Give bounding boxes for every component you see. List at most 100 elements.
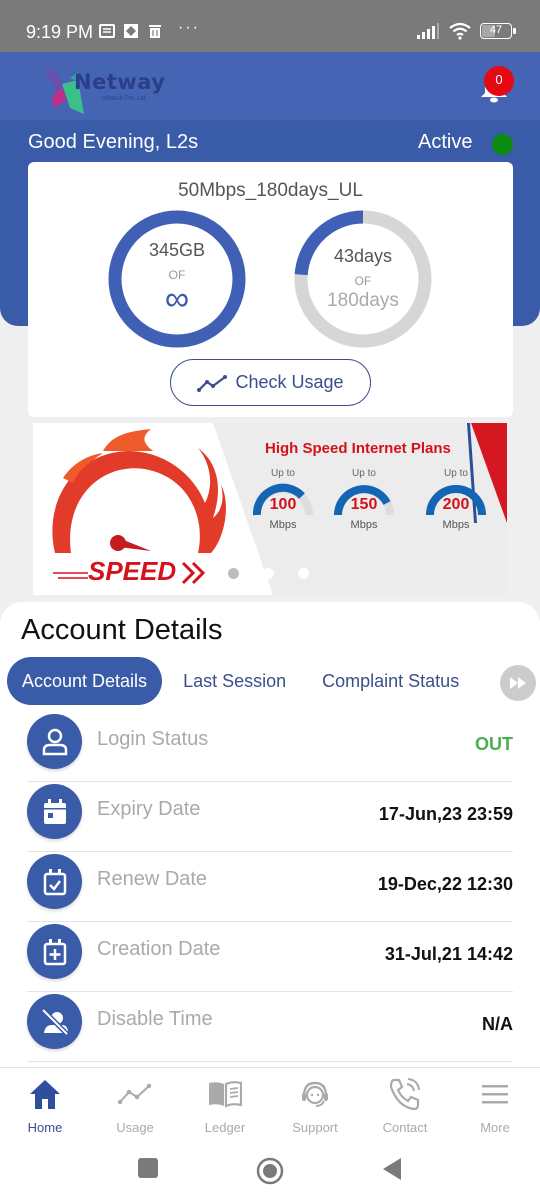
days-remaining-value: 43days bbox=[333, 246, 393, 266]
battery-icon: 47 bbox=[480, 23, 516, 39]
gauge-value: 150 bbox=[350, 496, 378, 513]
gauge-arc: 200 bbox=[425, 483, 487, 517]
detail-label: Renew Date bbox=[97, 868, 208, 890]
plan-card: 50Mbps_180days_UL 345GB OF ∞ 43days OF 1… bbox=[28, 162, 513, 417]
plan-gauge: Up to 200 Mbps bbox=[421, 468, 491, 531]
chart-line-icon bbox=[90, 1076, 180, 1112]
detail-row-login-status: Login Status OUT bbox=[27, 712, 513, 782]
status-notification-icons bbox=[99, 23, 163, 39]
screen: 9:19 PM ··· 47 Netway Infotech Pvt. Ltd.… bbox=[0, 0, 540, 1200]
banner-title: High Speed Internet Plans bbox=[265, 440, 451, 457]
notification-badge[interactable]: 0 bbox=[484, 66, 514, 96]
data-total-symbol: ∞ bbox=[164, 280, 190, 318]
menu-icon bbox=[450, 1076, 540, 1112]
detail-value: 31-Jul,21 14:42 bbox=[384, 944, 513, 964]
gauge-upto: Up to bbox=[271, 468, 295, 479]
detail-label: Expiry Date bbox=[97, 798, 201, 820]
nav-label: Ledger bbox=[204, 1120, 246, 1135]
trash-icon bbox=[149, 25, 161, 38]
carousel-dot[interactable] bbox=[263, 568, 274, 579]
nav-support[interactable]: Support bbox=[270, 1068, 360, 1145]
tab-last-session[interactable]: Last Session bbox=[168, 657, 301, 705]
detail-value: 19-Dec,22 12:30 bbox=[377, 874, 513, 894]
user-disabled-icon bbox=[27, 994, 82, 1049]
app-header: Netway Infotech Pvt. Ltd. bbox=[0, 52, 540, 120]
detail-value: OUT bbox=[475, 734, 513, 754]
gauge-arc: 100 bbox=[252, 483, 314, 517]
infinity-icon: ∞ bbox=[108, 282, 246, 316]
gauge-upto: Up to bbox=[444, 468, 468, 479]
app-icon bbox=[124, 24, 138, 38]
detail-label: Disable Time bbox=[97, 1008, 213, 1030]
recents-icon[interactable] bbox=[137, 1157, 159, 1179]
detail-value: 17-Jun,23 23:59 bbox=[378, 804, 513, 824]
gauge-upto: Up to bbox=[352, 468, 376, 479]
gauge-unit: Mbps bbox=[269, 519, 297, 531]
days-remaining-ring: 43days OF 180days bbox=[294, 210, 432, 348]
calendar-check-icon bbox=[27, 854, 82, 909]
plan-gauge: Up to 150 Mbps bbox=[329, 468, 399, 531]
days-total-value: 180days bbox=[327, 290, 399, 311]
home-button-icon[interactable] bbox=[256, 1157, 284, 1185]
back-icon[interactable] bbox=[381, 1157, 403, 1181]
status-time: 9:19 PM bbox=[26, 22, 94, 42]
nav-label: Home bbox=[27, 1120, 63, 1135]
notification-icon bbox=[99, 24, 115, 38]
gauge-unit: Mbps bbox=[442, 519, 470, 531]
nav-usage[interactable]: Usage bbox=[90, 1068, 180, 1145]
book-icon bbox=[180, 1076, 270, 1112]
status-system-icons: 47 bbox=[416, 22, 516, 40]
days-of-label: OF bbox=[354, 274, 372, 288]
check-usage-label: Check Usage bbox=[235, 372, 344, 392]
data-usage-ring: 345GB OF ∞ bbox=[108, 210, 246, 348]
detail-row-disable-time: Disable Time N/A bbox=[27, 992, 513, 1062]
detail-row-renew-date: Renew Date 19-Dec,22 12:30 bbox=[27, 852, 513, 922]
carousel-dots bbox=[228, 568, 309, 579]
nav-label: Contact bbox=[382, 1120, 428, 1135]
nav-ledger[interactable]: Ledger bbox=[180, 1068, 270, 1145]
nav-more[interactable]: More bbox=[450, 1068, 540, 1145]
data-used-value: 345GB bbox=[148, 240, 206, 260]
gauge-value: 200 bbox=[442, 496, 470, 513]
phone-icon bbox=[360, 1076, 450, 1112]
tab-complaint-status[interactable]: Complaint Status bbox=[307, 657, 474, 705]
days-total-text: 180days bbox=[294, 290, 432, 312]
greeting-text: Good Evening, L2s bbox=[28, 131, 199, 153]
details-tabs: Account Details Last Session Complaint S… bbox=[7, 657, 474, 705]
battery-level: 47 bbox=[489, 24, 503, 36]
logo-text: Netway bbox=[74, 70, 166, 94]
nav-contact[interactable]: Contact bbox=[360, 1068, 450, 1145]
nav-label: Support bbox=[292, 1120, 338, 1135]
signal-icon bbox=[417, 23, 439, 39]
detail-row-expiry-date: Expiry Date 17-Jun,23 23:59 bbox=[27, 782, 513, 852]
nav-home[interactable]: Home bbox=[0, 1068, 90, 1145]
plan-name: 50Mbps_180days_UL bbox=[178, 180, 363, 201]
gauge-arc: 150 bbox=[333, 483, 395, 517]
detail-row-creation-date: Creation Date 31-Jul,21 14:42 bbox=[27, 922, 513, 992]
nav-label: Usage bbox=[116, 1120, 154, 1135]
days-remaining-text: 43days bbox=[294, 246, 432, 267]
detail-value: N/A bbox=[482, 1014, 513, 1034]
carousel-dot[interactable] bbox=[228, 568, 239, 579]
nav-label: More bbox=[480, 1120, 510, 1135]
account-status-label: Active bbox=[418, 131, 473, 153]
section-title: Account Details bbox=[21, 614, 223, 646]
status-indicator-dot bbox=[492, 134, 513, 155]
detail-label: Creation Date bbox=[97, 938, 221, 960]
system-navigation-bar bbox=[0, 1145, 540, 1200]
speedometer-flame-icon: SPEED bbox=[52, 429, 226, 586]
data-used-text: 345GB bbox=[108, 240, 246, 261]
detail-label: Login Status bbox=[97, 728, 209, 750]
calendar-plus-icon bbox=[27, 924, 82, 979]
netway-logo[interactable]: Netway Infotech Pvt. Ltd. bbox=[40, 60, 165, 114]
gauge-value: 100 bbox=[269, 496, 297, 513]
tab-account-details[interactable]: Account Details bbox=[7, 657, 163, 705]
bottom-nav: Home Usage Ledger Support Contact More bbox=[0, 1067, 540, 1145]
gauge-unit: Mbps bbox=[350, 519, 378, 531]
headset-icon bbox=[270, 1076, 360, 1112]
check-usage-button[interactable]: Check Usage bbox=[170, 359, 371, 406]
carousel-dot[interactable] bbox=[298, 568, 309, 579]
wifi-icon bbox=[449, 22, 471, 40]
user-icon bbox=[27, 714, 82, 769]
fast-forward-icon[interactable] bbox=[500, 665, 536, 701]
